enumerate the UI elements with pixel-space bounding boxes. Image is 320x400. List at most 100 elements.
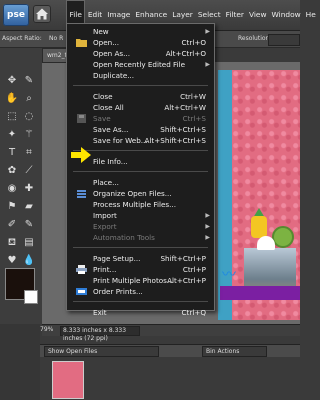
toolbox-footer — [0, 324, 40, 400]
submenu-arrow-icon: ▶ — [205, 223, 210, 230]
menu-item-label: Page Setup... — [93, 254, 141, 263]
menu-item-shortcut: Shift+Ctrl+S — [160, 125, 206, 134]
menubar-item-he[interactable]: He — [303, 0, 318, 30]
eraser-icon[interactable]: ▰ — [22, 200, 36, 214]
cookie-cutter-icon[interactable]: ✿ — [5, 164, 19, 178]
file-menu-item-duplicate[interactable]: Duplicate... — [67, 70, 214, 81]
background-color-swatch[interactable] — [24, 290, 38, 304]
submenu-arrow-icon: ▶ — [205, 212, 210, 219]
shell-embellishment — [257, 236, 275, 250]
menu-item-label: Save for Web... — [93, 136, 148, 145]
menu-item-label: Open Recently Edited File — [93, 60, 186, 69]
menubar-item-filter[interactable]: Filter — [223, 0, 246, 30]
file-menu-item-close-all[interactable]: Close All Alt+Ctrl+W — [67, 102, 214, 113]
file-menu-item-open-as[interactable]: Open As... Alt+Ctrl+O — [67, 48, 214, 59]
menu-item-label: File Info... — [93, 157, 128, 166]
menubar-item-window[interactable]: Window — [269, 0, 303, 30]
pineapple-embellishment — [251, 216, 267, 238]
document-dimensions[interactable]: 8.333 inches x 8.333 inches (72 ppi) — [60, 326, 140, 342]
open-file-thumbnail[interactable] — [52, 361, 84, 399]
clone-stamp-icon[interactable]: ⚑ — [5, 200, 19, 214]
bin-actions-button[interactable]: Bin Actions — [202, 346, 267, 357]
menu-item-label: Save — [93, 114, 111, 123]
submenu-arrow-icon: ▶ — [205, 28, 210, 35]
home-icon[interactable] — [33, 5, 51, 23]
file-menu-item-organize-open-files[interactable]: Organize Open Files... — [67, 188, 214, 199]
menu-item-shortcut: Ctrl+P — [182, 265, 206, 274]
gradient-icon[interactable]: ▤ — [22, 236, 36, 250]
kiwi-embellishment — [272, 226, 294, 248]
menu-item-label: Import — [93, 211, 117, 220]
menu-item-label: Save As... — [93, 125, 129, 134]
app-logo[interactable]: pse — [3, 4, 29, 26]
file-menu-item-close[interactable]: Close Ctrl+W — [67, 91, 214, 102]
marquee-icon[interactable]: ⬚ — [5, 110, 19, 124]
type-tool-icon[interactable]: T — [5, 146, 19, 160]
shape-tool-icon[interactable]: ♥ — [5, 254, 19, 268]
menu-item-label: Export — [93, 222, 117, 231]
magic-wand-icon[interactable]: ⚚ — [22, 128, 36, 142]
red-eye-icon[interactable]: ◉ — [5, 182, 19, 196]
file-menu-item-open[interactable]: Open... Ctrl+O — [67, 37, 214, 48]
straighten-icon[interactable]: ⟋ — [22, 164, 36, 178]
menu-item-label: Automation Tools — [93, 233, 155, 242]
zoom-level[interactable]: 79% — [40, 326, 53, 333]
paint-bucket-icon[interactable]: ⛾ — [5, 236, 19, 250]
aspect-ratio-value[interactable]: No R — [49, 35, 63, 42]
menu-item-label: Place... — [93, 178, 119, 187]
smart-brush-icon[interactable]: ✎ — [22, 218, 36, 232]
quick-selection-icon[interactable]: ✦ — [5, 128, 19, 142]
file-menu: New ▶ Open... Ctrl+O Open As... Alt+Ctrl+O Ope… — [66, 23, 215, 317]
menubar-item-view[interactable]: View — [246, 0, 269, 30]
submenu-arrow-icon: ▶ — [205, 61, 210, 68]
resolution-field[interactable] — [268, 34, 300, 46]
menu-item-shortcut: Alt+Shift+Ctrl+S — [144, 136, 207, 145]
file-menu-item-place[interactable]: Place... — [67, 177, 214, 188]
menu-item-label: Open As... — [93, 49, 130, 58]
bin-show-select[interactable]: Show Open Files — [44, 346, 159, 357]
menu-item-label: Order Prints... — [93, 287, 143, 296]
file-menu-item-print-multiple-photos[interactable]: Print Multiple Photos... Alt+Ctrl+P — [67, 275, 214, 286]
menu-item-label: Exit — [93, 308, 107, 317]
menu-separator — [73, 301, 208, 302]
file-menu-item-open-recently-edited-file[interactable]: Open Recently Edited File ▶ — [67, 59, 214, 70]
file-menu-item-save-as[interactable]: Save As... Shift+Ctrl+S — [67, 124, 214, 135]
menu-item-shortcut: Ctrl+S — [182, 114, 206, 123]
menu-item-label: Print... — [93, 265, 117, 274]
wave-embellishment: 〰 — [222, 267, 236, 283]
blur-icon[interactable]: 💧 — [22, 254, 36, 268]
file-menu-item-page-setup[interactable]: Page Setup... Shift+Ctrl+P — [67, 253, 214, 264]
save-icon — [76, 114, 87, 123]
menu-separator — [73, 85, 208, 86]
file-menu-item-save[interactable]: Save Ctrl+S — [67, 113, 214, 124]
file-menu-item-exit[interactable]: Exit Ctrl+Q — [67, 307, 214, 318]
menu-item-label: New — [93, 27, 109, 36]
file-menu-item-automation-tools[interactable]: Automation Tools ▶ — [67, 232, 214, 243]
print-icon — [76, 265, 87, 274]
move-tool-icon[interactable]: ✥ — [5, 74, 19, 88]
hand-tool-icon[interactable]: ✋ — [5, 92, 19, 106]
menu-item-shortcut: Ctrl+W — [180, 92, 206, 101]
menu-separator — [73, 150, 208, 151]
menu-item-label: Close All — [93, 103, 124, 112]
lasso-icon[interactable]: ◌ — [22, 110, 36, 124]
file-menu-item-order-prints[interactable]: Order Prints... — [67, 286, 214, 297]
file-menu-item-import[interactable]: Import ▶ — [67, 210, 214, 221]
brush-icon[interactable]: ✐ — [5, 218, 19, 232]
file-menu-item-export[interactable]: Export ▶ — [67, 221, 214, 232]
menu-item-shortcut: Shift+Ctrl+P — [160, 254, 206, 263]
file-menu-item-process-multiple-files[interactable]: Process Multiple Files... — [67, 199, 214, 210]
crop-icon[interactable]: ⌗ — [22, 146, 36, 160]
menu-item-label: Process Multiple Files... — [93, 200, 177, 209]
menu-separator — [73, 247, 208, 248]
eyedropper-icon[interactable]: ✎ — [22, 74, 36, 88]
menu-item-shortcut: Alt+Ctrl+O — [165, 49, 206, 58]
menu-separator — [73, 171, 208, 172]
file-menu-item-new[interactable]: New ▶ — [67, 26, 214, 37]
menu-item-shortcut: Alt+Ctrl+W — [164, 103, 206, 112]
zoom-tool-icon[interactable]: ⌕ — [22, 92, 36, 106]
order-prints-icon — [76, 287, 87, 296]
healing-brush-icon[interactable]: ✚ — [22, 182, 36, 196]
file-menu-item-save-for-web[interactable]: Save for Web... Alt+Shift+Ctrl+S — [67, 135, 214, 146]
file-menu-item-print[interactable]: Print... Ctrl+P — [67, 264, 214, 275]
